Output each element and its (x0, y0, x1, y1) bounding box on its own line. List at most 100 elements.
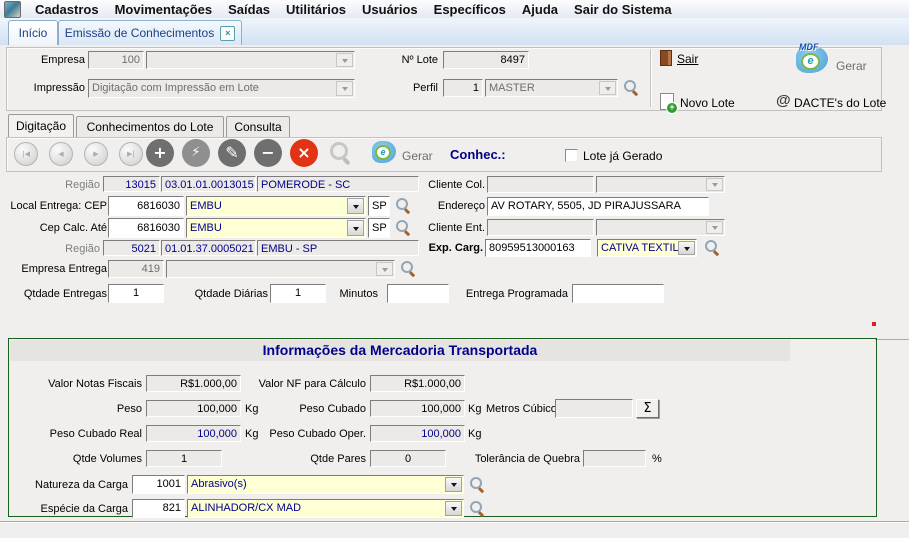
empresa-entrega-label: Empresa Entrega (3, 263, 107, 275)
empresa-entrega-search-icon[interactable] (401, 261, 417, 277)
valor-nf-calculo-field[interactable]: R$1.000,00 (370, 375, 465, 392)
menu-especificos[interactable]: Específicos (426, 2, 514, 17)
impressao-dropdown-arrow-icon[interactable] (336, 81, 353, 96)
natureza-carga-combo[interactable]: Abrasivo(s) (187, 475, 464, 494)
add-button[interactable]: + (146, 139, 174, 167)
exp-carg-code-field[interactable]: 80959513000163 (485, 239, 591, 257)
nlote-field[interactable]: 8497 (443, 51, 529, 69)
dacte-do-lote-button[interactable]: DACTE's do Lote (794, 96, 904, 110)
cliente-col-combo[interactable] (596, 176, 725, 193)
edit-pencil-button[interactable]: ✎ (218, 139, 246, 167)
cliente-col-code-field[interactable] (487, 176, 594, 193)
cep-calc-cep-field[interactable]: 6816030 (108, 218, 184, 238)
tab-digitacao[interactable]: Digitação (8, 114, 74, 137)
qtdade-entregas-field[interactable]: 1 (108, 284, 164, 303)
empresa-name-combo[interactable] (146, 51, 355, 69)
mdfe-gerar-button[interactable]: Gerar (836, 59, 876, 73)
exp-carg-label: Exp. Carg. (420, 242, 483, 254)
natureza-carga-search-icon[interactable] (470, 477, 486, 493)
metros-cubicos-field[interactable] (555, 399, 633, 418)
search-button[interactable] (330, 142, 354, 166)
local-entrega-cep-field[interactable]: 6816030 (108, 196, 184, 216)
tab-inicio[interactable]: Início (8, 20, 58, 45)
sair-button[interactable]: Sair (677, 52, 717, 66)
cep-calc-ate-label: Cep Calc. Até (3, 222, 107, 234)
perfil-search-icon[interactable] (624, 80, 640, 96)
entrega-programada-field[interactable] (572, 284, 664, 303)
impressao-combo[interactable]: Digitação com Impressão em Lote (88, 79, 355, 98)
empresa-entrega-code-field[interactable]: 419 (108, 260, 164, 278)
novo-lote-button[interactable]: Novo Lote (680, 96, 750, 110)
endereco-label: Endereço (430, 200, 485, 212)
cep-calc-city-combo[interactable]: EMBU (186, 218, 366, 238)
qtde-volumes-field[interactable]: 1 (146, 450, 222, 467)
peso-cubado-field[interactable]: 100,000 (370, 400, 465, 417)
tolerancia-quebra-field[interactable] (583, 450, 646, 467)
menu-utilitarios[interactable]: Utilitários (278, 2, 354, 17)
remove-button[interactable]: − (254, 139, 282, 167)
regiao2-name-field: EMBU - SP (257, 240, 419, 256)
qtdade-diarias-field[interactable]: 1 (270, 284, 326, 303)
local-entrega-dropdown-arrow-icon[interactable] (347, 198, 364, 214)
menu-ajuda[interactable]: Ajuda (514, 2, 566, 17)
valor-notas-fiscais-field[interactable]: R$1.000,00 (146, 375, 241, 392)
cliente-ent-dropdown-arrow-icon[interactable] (706, 221, 723, 234)
cep-calc-dropdown-arrow-icon[interactable] (347, 220, 364, 236)
menu-movimentacoes[interactable]: Movimentações (107, 2, 221, 17)
cliente-ent-code-field[interactable] (487, 219, 594, 236)
cancel-button[interactable]: × (290, 139, 318, 167)
tab-consulta[interactable]: Consulta (226, 116, 290, 137)
menu-sair-do-sistema[interactable]: Sair do Sistema (566, 2, 680, 17)
empresa-code-field[interactable]: 100 (88, 51, 144, 69)
cliente-col-label: Cliente Col. (420, 179, 485, 191)
peso-field[interactable]: 100,000 (146, 400, 241, 417)
endereco-field[interactable]: AV ROTARY, 5505, JD PIRAJUSSARA (487, 197, 709, 216)
peso-label: Peso (30, 403, 142, 415)
minutos-field[interactable] (387, 284, 449, 303)
menu-cadastros[interactable]: Cadastros (27, 2, 107, 17)
cep-calc-search-icon[interactable] (396, 220, 412, 236)
natureza-carga-dropdown-arrow-icon[interactable] (445, 477, 462, 492)
cep-calc-city-value: EMBU (190, 222, 222, 234)
natureza-carga-code-field[interactable]: 1001 (132, 475, 185, 494)
exp-carg-dropdown-arrow-icon[interactable] (678, 241, 695, 255)
header-divider (650, 49, 651, 107)
nav-prev-button[interactable]: ◀ (49, 142, 73, 166)
especie-carga-combo[interactable]: ALINHADOR/CX MAD (187, 499, 464, 518)
perfil-code-field[interactable]: 1 (443, 79, 483, 97)
menu-bar: Cadastros Movimentações Saídas Utilitári… (0, 0, 909, 19)
empresa-dropdown-arrow-icon[interactable] (336, 53, 353, 67)
regiao2-code-field: 5021 (103, 240, 160, 256)
cliente-ent-combo[interactable] (596, 219, 725, 236)
especie-carga-code-field[interactable]: 821 (132, 499, 185, 518)
especie-carga-search-icon[interactable] (470, 501, 486, 517)
menu-saidas[interactable]: Saídas (220, 2, 278, 17)
nav-next-button[interactable]: ▶ (84, 142, 108, 166)
tab-emissao-de-conhecimentos[interactable]: Emissão de Conhecimentos × (58, 20, 242, 45)
qtde-pares-field[interactable]: 0 (370, 450, 446, 467)
local-entrega-uf-field[interactable]: SP (368, 196, 390, 216)
peso-cubado-real-field[interactable]: 100,000 (146, 425, 241, 442)
cliente-col-dropdown-arrow-icon[interactable] (706, 178, 723, 191)
empresa-entrega-dropdown-arrow-icon[interactable] (376, 262, 393, 276)
perfil-dropdown-arrow-icon[interactable] (599, 81, 616, 95)
tab-conhecimentos-do-lote[interactable]: Conhecimentos do Lote (76, 116, 224, 137)
local-entrega-search-icon[interactable] (396, 198, 412, 214)
lote-ja-gerado-checkbox[interactable] (565, 149, 578, 162)
menu-usuarios[interactable]: Usuários (354, 2, 426, 17)
exp-carg-combo[interactable]: CATIVA TEXTIL IN (597, 239, 697, 257)
cep-calc-uf-field[interactable]: SP (368, 218, 390, 238)
local-entrega-city-combo[interactable]: EMBU (186, 196, 366, 216)
nav-last-button[interactable]: ▶| (119, 142, 143, 166)
lightning-button[interactable]: ⚡ (182, 139, 210, 167)
close-tab-icon[interactable]: × (220, 26, 235, 41)
sum-button[interactable]: Σ (636, 399, 659, 418)
empresa-entrega-combo[interactable] (166, 260, 395, 278)
nlote-label: Nº Lote (388, 54, 438, 66)
especie-carga-dropdown-arrow-icon[interactable] (445, 501, 462, 516)
perfil-name-combo[interactable]: MASTER (485, 79, 618, 97)
nav-first-button[interactable]: |◀ (14, 142, 38, 166)
peso-cubado-oper-field[interactable]: 100,000 (370, 425, 465, 442)
exp-carg-search-icon[interactable] (705, 240, 721, 256)
gerar-button[interactable]: Gerar (402, 149, 442, 163)
